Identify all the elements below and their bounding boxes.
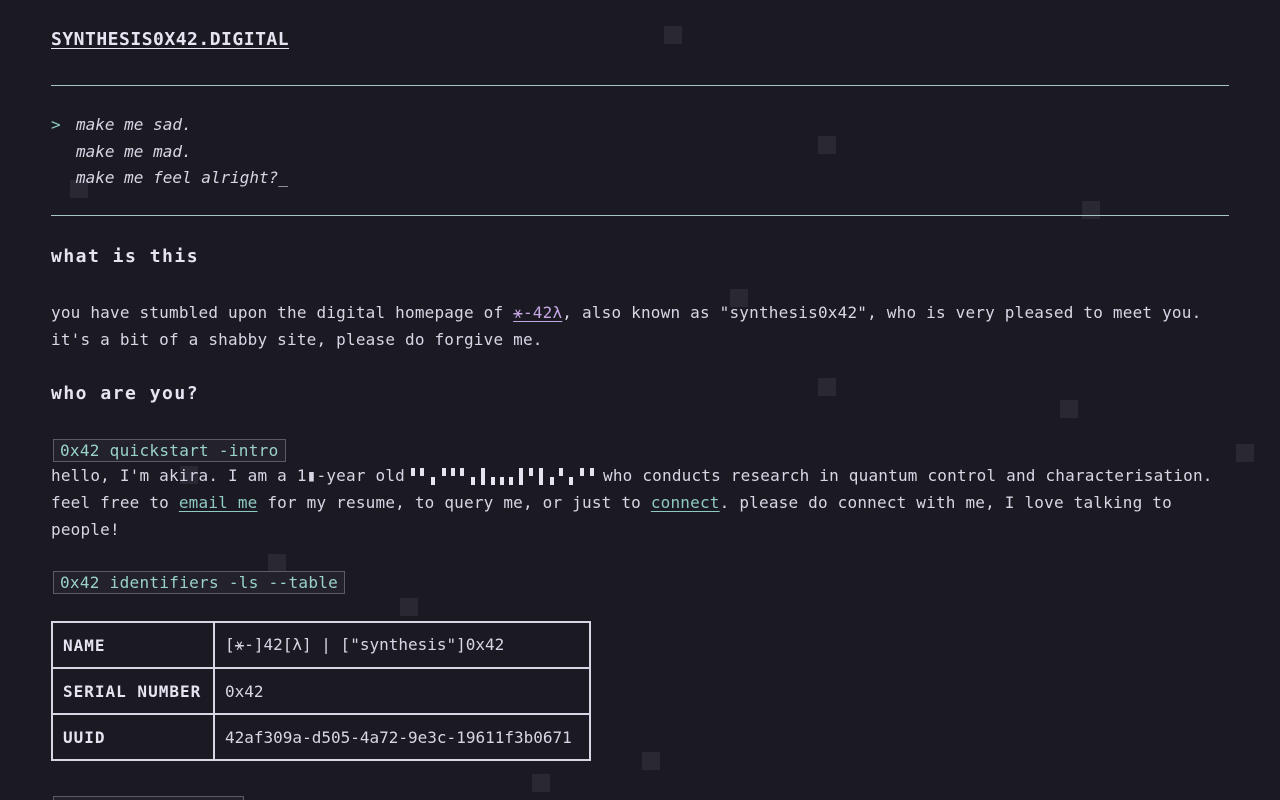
table-key: UUID: [51, 713, 215, 761]
identifiers-table: NAME [⚹-]42[λ] | ["synthesis"]0x42 SERIA…: [51, 621, 591, 761]
table-row: NAME [⚹-]42[λ] | ["synthesis"]0x42: [51, 621, 591, 669]
text-cursor: _: [278, 168, 288, 187]
quote-line: make me feel alright?_: [76, 165, 288, 192]
page: SYNTHESIS0X42.DIGITAL > make me sad. mak…: [0, 0, 1280, 800]
about-text-line2: feel free to: [51, 493, 179, 512]
lyric-quote: > make me sad. make me mad. make me feel…: [51, 112, 288, 192]
prompt-symbol: >: [51, 115, 61, 134]
name-link[interactable]: ⚹-42λ: [513, 303, 562, 322]
table-key: SERIAL NUMBER: [51, 667, 215, 715]
divider-top: [51, 85, 1229, 86]
site-title[interactable]: SYNTHESIS0X42.DIGITAL: [51, 29, 289, 50]
decorative-square: [532, 774, 550, 792]
heading-what-is-this: what is this: [51, 246, 200, 267]
table-value: 42af309a-d505-4a72-9e3c-19611f3b0671: [213, 713, 591, 761]
decorative-square: [818, 378, 836, 396]
table-row: UUID 42af309a-d505-4a72-9e3c-19611f3b067…: [51, 713, 591, 761]
table-value: [⚹-]42[λ] | ["synthesis"]0x42: [213, 621, 591, 669]
table-row: SERIAL NUMBER 0x42: [51, 667, 591, 715]
quote-line: make me mad.: [76, 141, 192, 161]
intro-paragraph: you have stumbled upon the digital homep…: [51, 299, 1231, 353]
command-quickstart: 0x42 quickstart -intro: [53, 439, 286, 462]
quote-lines: make me sad. make me mad. make me feel a…: [76, 112, 288, 192]
quote-line-text: make me feel alright?: [76, 168, 279, 187]
email-link[interactable]: email me: [179, 493, 258, 512]
intro-text: you have stumbled upon the digital homep…: [51, 303, 514, 322]
heading-who-are-you: who are you?: [51, 383, 200, 404]
about-text: hello, I'm akira. I am a 1▮-year old: [51, 466, 405, 485]
decorative-square: [1236, 444, 1254, 462]
decorative-square: [664, 26, 682, 44]
decorative-square: [1060, 400, 1078, 418]
quote-line: make me sad.: [76, 115, 192, 134]
decorative-square: [268, 554, 286, 572]
table-value: 0x42: [213, 667, 591, 715]
decorative-square: [818, 136, 836, 154]
divider-bottom: [51, 215, 1229, 216]
about-text-continued: who conducts research in quantum control…: [602, 466, 1213, 485]
redacted-glyphs-icon: [410, 466, 597, 488]
decorative-square: [400, 598, 418, 616]
about-paragraph: hello, I'm akira. I am a 1▮-year old who…: [51, 462, 1231, 543]
decorative-square: [642, 752, 660, 770]
decorative-square: [1082, 201, 1100, 219]
command-next-partial: [53, 796, 244, 800]
connect-link[interactable]: connect: [651, 493, 720, 512]
table-key: NAME: [51, 621, 215, 669]
command-identifiers: 0x42 identifiers -ls --table: [53, 571, 346, 594]
about-text-line2-mid: for my resume, to query me, or just to: [257, 493, 651, 512]
